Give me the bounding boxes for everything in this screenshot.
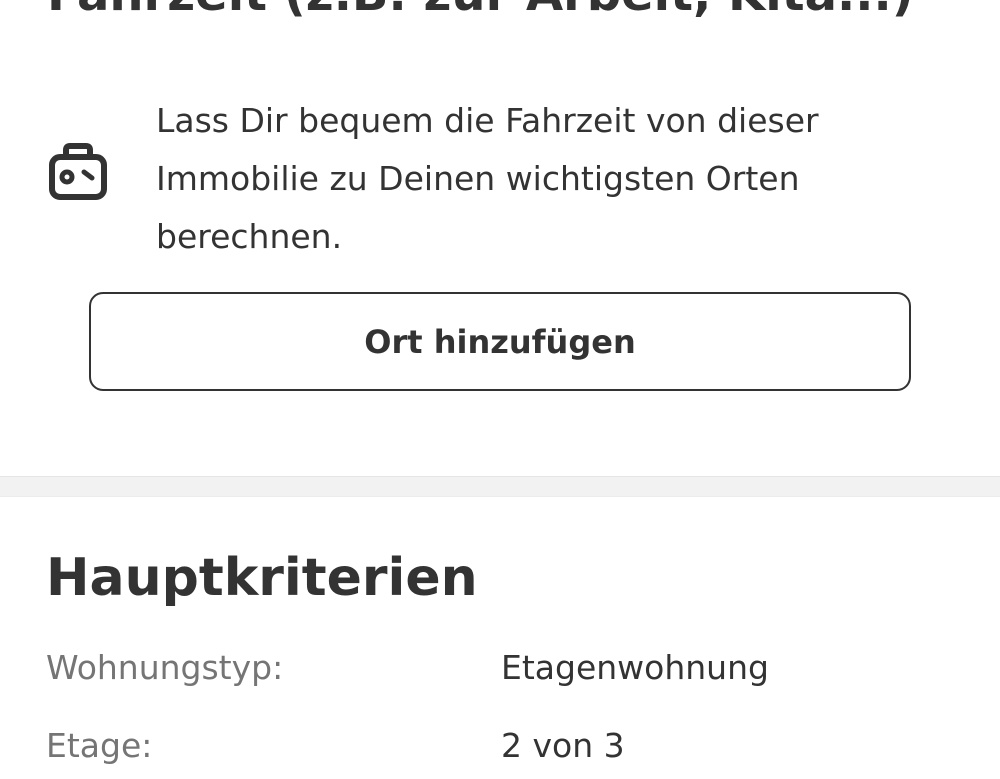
commute-section-title: Fahrzeit (z.B. zur Arbeit, Kita...) xyxy=(47,0,914,18)
main-criteria-heading: Hauptkriterien xyxy=(46,548,478,608)
criteria-row-floor: Etage: 2 von 3 xyxy=(46,729,966,779)
add-place-button[interactable]: Ort hinzufügen xyxy=(89,292,911,391)
criteria-value: 2 von 3 xyxy=(501,726,625,765)
section-divider xyxy=(0,477,1000,497)
main-criteria-section: Hauptkriterien Wohnungstyp: Etagenwohnun… xyxy=(0,497,1000,762)
commute-icon xyxy=(48,143,108,201)
criteria-label: Etage: xyxy=(46,726,153,765)
criteria-label: Wohnungstyp: xyxy=(46,648,284,687)
criteria-value: Etagenwohnung xyxy=(501,648,769,687)
commute-description: Lass Dir bequem die Fahrzeit von dieser … xyxy=(156,101,819,256)
criteria-row-apartment-type: Wohnungstyp: Etagenwohnung xyxy=(46,651,966,701)
commute-section: Fahrzeit (z.B. zur Arbeit, Kita...) Lass… xyxy=(0,0,1000,477)
